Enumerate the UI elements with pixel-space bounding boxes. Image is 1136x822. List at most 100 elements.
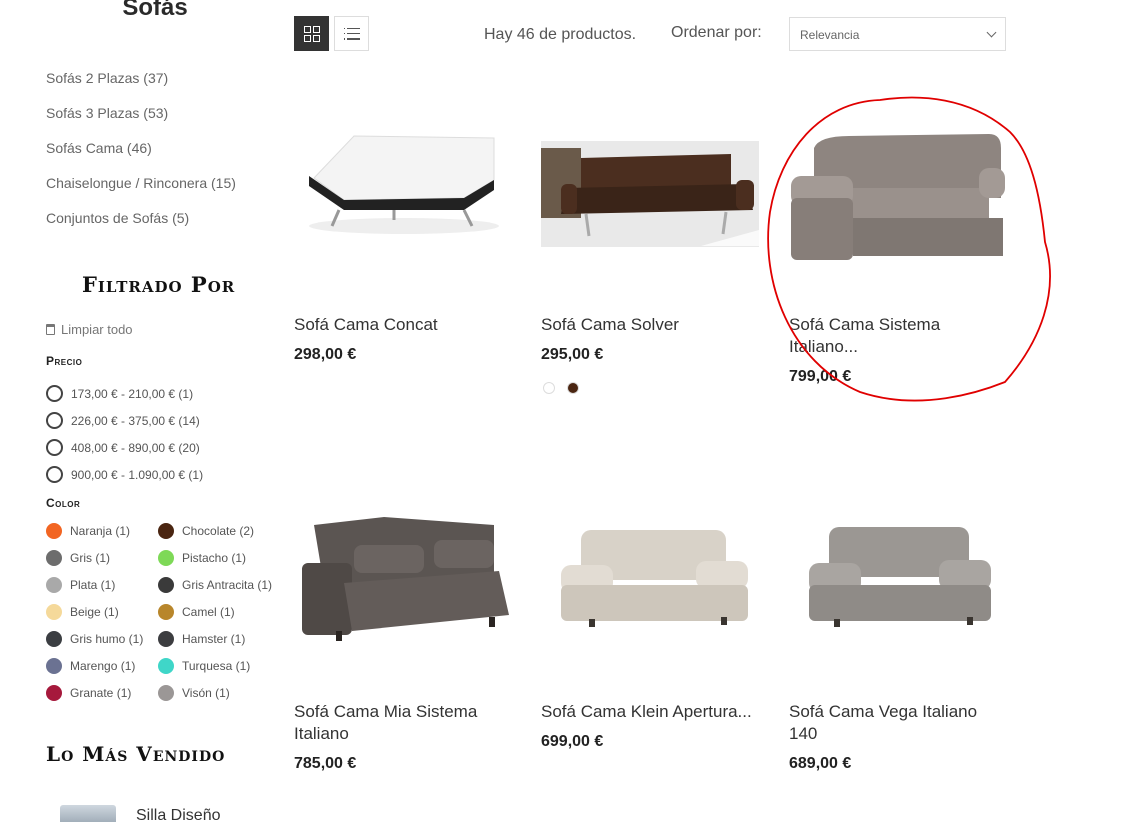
product-card[interactable]: Sofá Cama Mia Sistema Italiano 785,00 € xyxy=(294,505,512,773)
color-filter-option[interactable]: Marengo (1) xyxy=(46,657,158,684)
color-filter-option[interactable]: Turquesa (1) xyxy=(158,657,288,684)
category-link[interactable]: Sofás Cama (46) xyxy=(46,139,236,174)
trash-icon xyxy=(46,324,55,335)
color-filter-option[interactable]: Hamster (1) xyxy=(158,630,288,657)
color-swatch[interactable] xyxy=(158,658,174,674)
color-swatch[interactable] xyxy=(46,523,62,539)
color-swatch[interactable] xyxy=(158,604,174,620)
color-swatch[interactable] xyxy=(46,631,62,647)
sort-label: Ordenar por: xyxy=(671,24,762,41)
color-filter-option[interactable]: Visón (1) xyxy=(158,684,288,711)
grid-view-button[interactable] xyxy=(294,16,329,51)
color-filter-option[interactable]: Camel (1) xyxy=(158,603,288,630)
product-price: 799,00 € xyxy=(789,368,852,385)
color-filter-label: Beige (1) xyxy=(70,605,119,619)
color-filter-label: Turquesa (1) xyxy=(182,659,251,673)
color-swatch[interactable] xyxy=(46,658,62,674)
radio-button[interactable] xyxy=(46,385,63,402)
color-swatch[interactable] xyxy=(158,550,174,566)
bestsellers-heading: Lo Más Vendido xyxy=(46,742,226,766)
product-count: Hay 46 de productos. xyxy=(484,26,637,43)
swatch-chocolate[interactable] xyxy=(567,382,579,394)
product-name[interactable]: Sofá Cama Sistema Italiano... xyxy=(789,314,1007,358)
color-filter-option[interactable]: Beige (1) xyxy=(46,603,158,630)
product-card[interactable]: Sofá Cama Solver 295,00 € xyxy=(541,118,759,394)
product-price: 689,00 € xyxy=(789,755,852,772)
product-image[interactable] xyxy=(789,118,1007,268)
color-filter-option[interactable]: Gris (1) xyxy=(46,549,158,576)
price-filter-label: 226,00 € - 375,00 € (14) xyxy=(71,413,200,428)
clear-all-label: Limpiar todo xyxy=(61,322,133,337)
price-filter-option[interactable]: 226,00 € - 375,00 € (14) xyxy=(46,407,203,434)
color-swatch[interactable] xyxy=(158,523,174,539)
price-facet-title: Precio xyxy=(46,354,83,368)
clear-all-button[interactable]: Limpiar todo xyxy=(46,322,133,337)
color-filter-label: Gris humo (1) xyxy=(70,632,144,646)
product-card[interactable]: Sofá Cama Sistema Italiano... 799,00 € xyxy=(789,118,1007,386)
price-filter-option[interactable]: 173,00 € - 210,00 € (1) xyxy=(46,380,203,407)
color-swatch[interactable] xyxy=(46,685,62,701)
radio-button[interactable] xyxy=(46,439,63,456)
color-filter-option[interactable]: Chocolate (2) xyxy=(158,522,288,549)
color-swatch[interactable] xyxy=(158,577,174,593)
category-link[interactable]: Sofás 2 Plazas (37) xyxy=(46,69,236,104)
product-price: 785,00 € xyxy=(294,755,357,772)
color-filter-label: Marengo (1) xyxy=(70,659,136,673)
product-name[interactable]: Sofá Cama Solver xyxy=(541,314,759,336)
color-filter-label: Chocolate (2) xyxy=(182,524,255,538)
category-title: Sofás xyxy=(122,0,188,21)
color-filter-option[interactable]: Plata (1) xyxy=(46,576,158,603)
color-filter-label: Gris (1) xyxy=(70,551,110,565)
category-link[interactable]: Conjuntos de Sofás (5) xyxy=(46,209,236,244)
product-name[interactable]: Sofá Cama Klein Apertura... xyxy=(541,701,759,723)
color-filter-option[interactable]: Gris humo (1) xyxy=(46,630,158,657)
sort-value: Relevancia xyxy=(800,28,860,42)
category-list: Sofás 2 Plazas (37) Sofás 3 Plazas (53) … xyxy=(46,69,236,244)
product-name[interactable]: Sofá Cama Concat xyxy=(294,314,512,336)
color-filter-label: Plata (1) xyxy=(70,578,116,592)
product-card[interactable]: Sofá Cama Klein Apertura... 699,00 € xyxy=(541,505,759,751)
price-filter-label: 173,00 € - 210,00 € (1) xyxy=(71,386,194,401)
color-filter-label: Naranja (1) xyxy=(70,524,131,538)
price-filter-option[interactable]: 900,00 € - 1.090,00 € (1) xyxy=(46,461,203,488)
color-filter-option[interactable]: Pistacho (1) xyxy=(158,549,288,576)
category-link[interactable]: Sofás 3 Plazas (53) xyxy=(46,104,236,139)
product-image[interactable] xyxy=(541,505,759,655)
price-filter-list: 173,00 € - 210,00 € (1) 226,00 € - 375,0… xyxy=(46,380,203,488)
color-swatch[interactable] xyxy=(46,604,62,620)
product-name[interactable]: Sofá Cama Mia Sistema Italiano xyxy=(294,701,512,745)
product-price: 298,00 € xyxy=(294,346,357,363)
product-card[interactable]: Sofá Cama Vega Italiano 140 689,00 € xyxy=(789,505,1007,773)
list-icon xyxy=(343,27,360,40)
color-filter-option[interactable]: Granate (1) xyxy=(46,684,158,711)
color-filter-label: Pistacho (1) xyxy=(182,551,247,565)
product-image[interactable] xyxy=(294,505,512,655)
radio-button[interactable] xyxy=(46,412,63,429)
product-name[interactable]: Sofá Cama Vega Italiano 140 xyxy=(789,701,1007,745)
radio-button[interactable] xyxy=(46,466,63,483)
bestseller-thumbnail[interactable] xyxy=(60,805,116,822)
color-swatch[interactable] xyxy=(158,685,174,701)
category-link[interactable]: Chaiselongue / Rinconera (15) xyxy=(46,174,236,209)
color-filter-label: Granate (1) xyxy=(70,686,132,700)
price-filter-option[interactable]: 408,00 € - 890,00 € (20) xyxy=(46,434,203,461)
grid-icon xyxy=(303,25,320,42)
sort-select[interactable]: Relevancia xyxy=(789,17,1006,51)
color-filter-option[interactable]: Naranja (1) xyxy=(46,522,158,549)
filter-heading: Filtrado Por xyxy=(82,272,236,297)
bestseller-name[interactable]: Silla Diseño xyxy=(136,807,220,822)
color-swatch[interactable] xyxy=(46,577,62,593)
product-image[interactable] xyxy=(789,505,1007,655)
product-image[interactable] xyxy=(294,118,512,268)
color-swatch[interactable] xyxy=(158,631,174,647)
product-image[interactable] xyxy=(541,118,759,268)
price-filter-label: 408,00 € - 890,00 € (20) xyxy=(71,440,200,455)
swatch-white[interactable] xyxy=(543,382,555,394)
color-swatch[interactable] xyxy=(46,550,62,566)
color-filter-label: Hamster (1) xyxy=(182,632,246,646)
color-filter-label: Visón (1) xyxy=(182,686,230,700)
product-card[interactable]: Sofá Cama Concat 298,00 € xyxy=(294,118,512,364)
product-price: 699,00 € xyxy=(541,733,604,750)
list-view-button[interactable] xyxy=(334,16,369,51)
color-filter-option[interactable]: Gris Antracita (1) xyxy=(158,576,288,603)
